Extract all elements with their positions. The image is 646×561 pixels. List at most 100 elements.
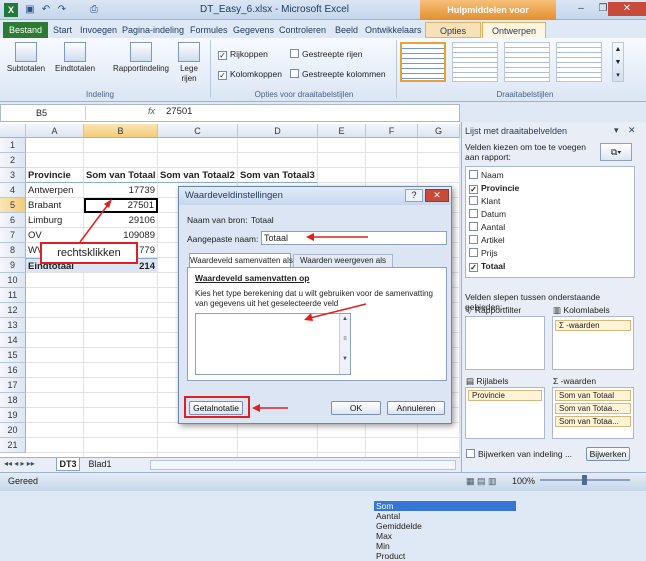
rapportfilter-zone[interactable] [465, 316, 545, 370]
pivot-style[interactable] [504, 42, 550, 82]
row-header[interactable]: 21 [0, 438, 26, 453]
subtotalen-button[interactable]: Subtotalen [6, 42, 46, 74]
tab-controleren[interactable]: Controleren [276, 22, 329, 38]
pane-dropdown-icon[interactable]: ▾ [614, 125, 619, 136]
field-checkbox[interactable]: ✓ [469, 263, 478, 272]
row-header[interactable]: 18 [0, 393, 26, 408]
column-header[interactable]: C [158, 124, 238, 138]
cell-A3[interactable]: Provincie [26, 168, 84, 183]
function-item[interactable]: Min [374, 541, 516, 551]
row-header[interactable]: 11 [0, 288, 26, 303]
tab-start[interactable]: Start [50, 22, 75, 38]
cell-B3[interactable]: Som van Totaal [84, 168, 158, 183]
row-header[interactable]: 5 [0, 198, 26, 213]
value-item[interactable]: Som van Totaa... [555, 403, 631, 414]
defer-update-checkbox[interactable]: Bijwerken van indeling ... [466, 449, 572, 459]
ok-button[interactable]: OK [331, 401, 381, 415]
row-header[interactable]: 4 [0, 183, 26, 198]
function-item[interactable]: Aantal [374, 511, 516, 521]
kol-item-waarden[interactable]: Σ -waarden [555, 320, 631, 331]
zoom-level[interactable]: 100% [512, 476, 535, 486]
row-header[interactable]: 19 [0, 408, 26, 423]
function-item[interactable]: Som [374, 501, 516, 511]
tab-invoegen[interactable]: Invoegen [77, 22, 120, 38]
tab-formules[interactable]: Formules [187, 22, 231, 38]
gestreepte-rijen-checkbox[interactable]: Gestreepte rijen [290, 49, 362, 59]
column-header[interactable]: F [366, 124, 418, 138]
field-checkbox[interactable] [469, 209, 478, 218]
minimize-button[interactable]: – [570, 2, 592, 16]
eindtotalen-button[interactable]: Eindtotalen [52, 42, 98, 74]
field-item[interactable]: Artikel [469, 235, 505, 245]
rapportindeling-button[interactable]: Rapportindeling [108, 42, 174, 74]
row-header[interactable]: 14 [0, 333, 26, 348]
tab-ontwikkelaars[interactable]: Ontwikkelaars [362, 22, 425, 38]
close-button[interactable]: ✕ [608, 2, 646, 16]
field-checkbox[interactable] [469, 248, 478, 257]
field-checkbox[interactable] [469, 235, 478, 244]
dialog-close-button[interactable]: ✕ [425, 189, 449, 202]
column-header[interactable]: G [418, 124, 460, 138]
rij-item-provincie[interactable]: Provincie [468, 390, 542, 401]
view-mode-icons[interactable]: ▦ ▤ ▥ [466, 476, 497, 487]
rijkoppen-checkbox[interactable]: ✓ Rijkoppen [218, 49, 268, 60]
column-header[interactable]: D [238, 124, 318, 138]
undo-icon[interactable]: ↶ [40, 4, 52, 16]
row-header[interactable]: 12 [0, 303, 26, 318]
function-item[interactable]: Max [374, 531, 516, 541]
row-header[interactable]: 16 [0, 363, 26, 378]
cell-C3[interactable]: Som van Totaal2 [158, 168, 238, 183]
pivot-style[interactable] [452, 42, 498, 82]
field-item[interactable]: Klant [469, 196, 500, 206]
column-header[interactable]: A [26, 124, 84, 138]
row-header[interactable]: 1 [0, 138, 26, 153]
formula-input[interactable]: 27501 [166, 106, 192, 117]
redo-icon[interactable]: ↷ [56, 4, 68, 16]
row-header[interactable]: 7 [0, 228, 26, 243]
help-button[interactable]: ? [405, 189, 423, 202]
select-all-corner[interactable] [0, 124, 26, 138]
annuleren-button[interactable]: Annuleren [387, 401, 445, 415]
styles-scroll[interactable]: ▲ ▼ ▾ [612, 42, 624, 82]
tab-gegevens[interactable]: Gegevens [230, 22, 277, 38]
field-item[interactable]: Naam [469, 170, 504, 180]
column-header[interactable]: B [84, 124, 158, 138]
function-item[interactable]: Gemiddelde [374, 521, 516, 531]
pivot-style[interactable] [556, 42, 602, 82]
pivot-style-selected[interactable] [400, 42, 446, 82]
sheet-nav-icons[interactable]: ◂◂ ◂ ▸ ▸▸ [4, 459, 35, 468]
cell-D3[interactable]: Som van Totaal3 [238, 168, 318, 183]
field-item[interactable]: Aantal [469, 222, 505, 232]
tab-beeld[interactable]: Beeld [332, 22, 361, 38]
column-header[interactable]: E [318, 124, 366, 138]
field-item[interactable]: ✓ Provincie [469, 183, 519, 194]
row-header[interactable]: 3 [0, 168, 26, 183]
value-item[interactable]: Som van Totaal [555, 390, 631, 401]
tab-weergeven[interactable]: Waarden weergeven als [293, 254, 393, 267]
row-header[interactable]: 8 [0, 243, 26, 258]
sheet-tab-dt3[interactable]: DT3 [56, 458, 80, 471]
function-item[interactable]: Product [374, 551, 516, 561]
field-checkbox[interactable] [469, 170, 478, 179]
pane-close-icon[interactable]: ✕ [628, 125, 636, 136]
tab-opties[interactable]: Opties [425, 22, 481, 38]
sheet-tab-blad1[interactable]: Blad1 [84, 458, 116, 471]
row-header[interactable]: 13 [0, 318, 26, 333]
value-item[interactable]: Som van Totaa... [555, 416, 631, 427]
bijwerken-button[interactable]: Bijwerken [586, 447, 630, 461]
field-item[interactable]: ✓ Totaal [469, 261, 505, 272]
tab-ontwerpen[interactable]: Ontwerpen [482, 22, 546, 38]
horizontal-scrollbar[interactable] [150, 460, 456, 470]
print-preview-icon[interactable]: ⎙ [88, 4, 100, 16]
field-item[interactable]: Datum [469, 209, 506, 219]
row-header[interactable]: 17 [0, 378, 26, 393]
fx-icon[interactable]: fx [148, 106, 155, 116]
row-header[interactable]: 20 [0, 423, 26, 438]
row-header[interactable]: 6 [0, 213, 26, 228]
tab-samenvatten[interactable]: Waardeveld samenvatten als [189, 253, 293, 267]
zoom-slider-thumb[interactable] [582, 475, 587, 485]
field-checkbox[interactable] [469, 222, 478, 231]
name-box[interactable]: B5 [2, 106, 86, 120]
lege-rijen-button[interactable]: Lege rijen [176, 42, 202, 84]
row-header[interactable]: 2 [0, 153, 26, 168]
